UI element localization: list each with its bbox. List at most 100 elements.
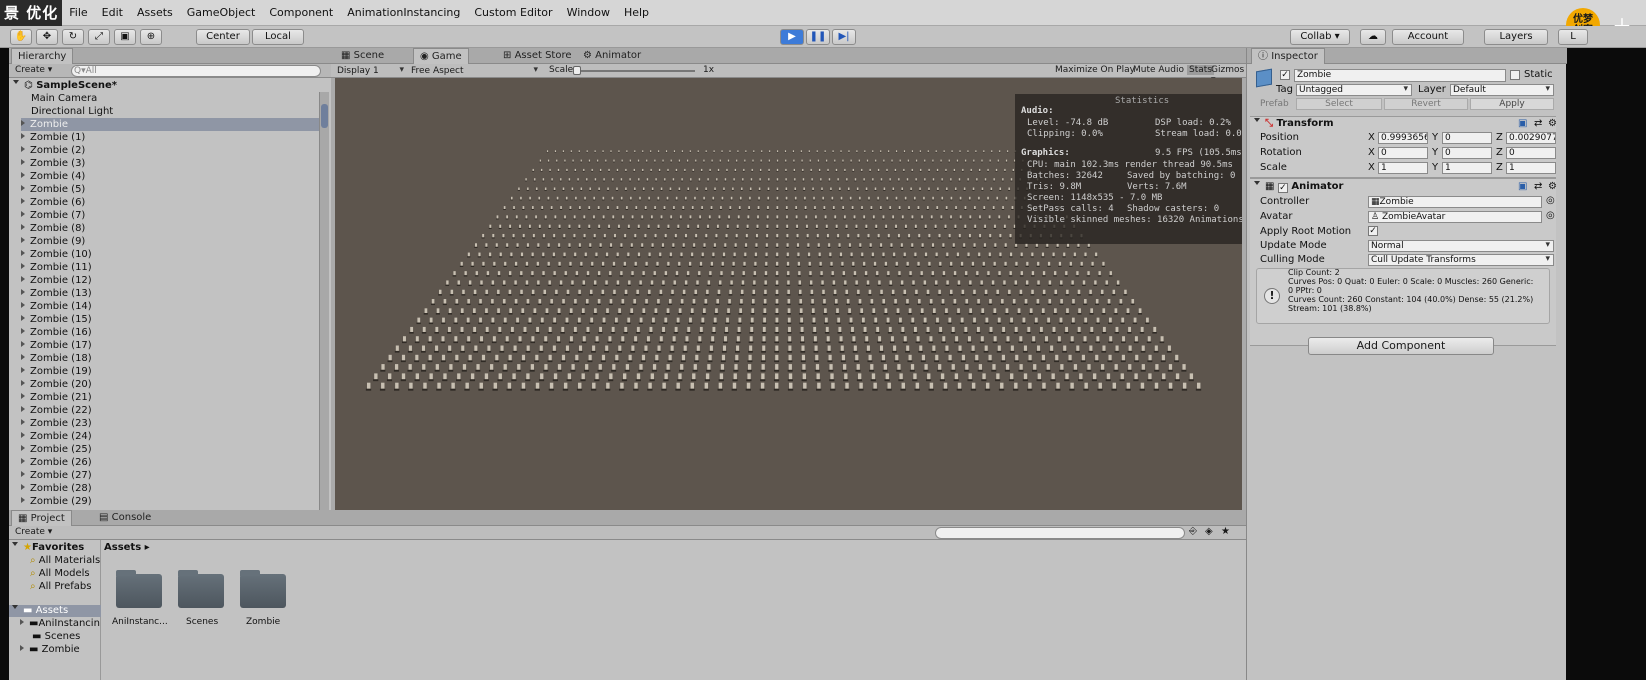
expand-arrow-icon[interactable] [21, 120, 25, 126]
expand-arrow-icon[interactable] [21, 237, 25, 243]
expand-arrow-icon[interactable] [21, 302, 25, 308]
hierarchy-item[interactable]: Main Camera [31, 92, 97, 105]
display-dropdown[interactable]: Display 1 [337, 64, 407, 77]
tab-inspector[interactable]: ⓘ Inspector [1251, 48, 1325, 64]
menu-file[interactable]: File [62, 0, 94, 26]
game-viewport[interactable]: Statistics Audio: Level: -74.8 dB DSP lo… [335, 78, 1242, 525]
hierarchy-item[interactable]: Zombie (8) [21, 222, 85, 235]
menu-gameobject[interactable]: GameObject [180, 0, 263, 26]
hierarchy-scrollbar[interactable] [319, 92, 329, 524]
aspect-dropdown[interactable]: Free Aspect [411, 64, 541, 77]
expand-arrow-icon[interactable] [21, 250, 25, 256]
hierarchy-item[interactable]: Zombie (9) [21, 235, 85, 248]
transform-header[interactable]: ⤡ Transform [1254, 118, 1334, 130]
controller-field[interactable]: ▦Zombie [1368, 196, 1542, 208]
expand-arrow-icon[interactable] [21, 354, 25, 360]
expand-arrow-icon[interactable] [21, 458, 25, 464]
menu-component[interactable]: Component [262, 0, 340, 26]
hierarchy-item[interactable]: Zombie (24) [21, 430, 92, 443]
tree-aniinstancing[interactable]: ▬AniInstancing [20, 618, 100, 630]
rect-tool-button[interactable]: ▣ [114, 29, 136, 45]
apply-root-motion-checkbox[interactable]: ✓ [1368, 226, 1378, 236]
hierarchy-item[interactable]: Zombie (6) [21, 196, 85, 209]
tag-dropdown[interactable]: Untagged [1296, 84, 1412, 96]
hierarchy-create-button[interactable]: Create ▾ [15, 65, 52, 75]
tab-game[interactable]: ◉ Game [413, 48, 469, 64]
scene-row[interactable]: ⌬ SampleScene* [13, 79, 117, 92]
assets-root-item[interactable]: ▬ Assets [9, 605, 101, 617]
hierarchy-item[interactable]: Zombie (13) [21, 287, 92, 300]
tab-animator[interactable]: ⚙ Animator [577, 48, 647, 64]
step-button[interactable]: ▶| [832, 29, 856, 45]
expand-arrow-icon[interactable] [21, 367, 25, 373]
help-icon[interactable]: ▣ [1518, 118, 1527, 130]
prefab-revert-button[interactable]: Revert [1384, 98, 1468, 110]
position-z-field[interactable]: 0.0029077 [1506, 132, 1556, 144]
expand-arrow-icon[interactable] [21, 497, 25, 503]
stats-button[interactable]: Stats [1187, 65, 1214, 75]
fav-all-prefabs[interactable]: ⌕ All Prefabs [30, 581, 91, 593]
scale-slider[interactable] [575, 70, 695, 72]
hierarchy-item[interactable]: Zombie (14) [21, 300, 92, 313]
add-component-button[interactable]: Add Component [1308, 337, 1494, 355]
rotation-z-field[interactable]: 0 [1506, 147, 1556, 159]
expand-arrow-icon[interactable] [21, 224, 25, 230]
menu-animationinstancing[interactable]: AnimationInstancing [340, 0, 467, 26]
tree-scenes[interactable]: ▬ Scenes [32, 631, 80, 643]
menu-custom-editor[interactable]: Custom Editor [467, 0, 559, 26]
hierarchy-item[interactable]: Zombie (5) [21, 183, 85, 196]
rotation-y-field[interactable]: 0 [1442, 147, 1492, 159]
rotation-x-field[interactable]: 0 [1378, 147, 1428, 159]
mute-audio-button[interactable]: Mute Audio [1133, 65, 1184, 75]
hierarchy-item[interactable]: Zombie (29) [21, 495, 92, 508]
folder-icon[interactable] [240, 570, 286, 608]
position-y-field[interactable]: 0 [1442, 132, 1492, 144]
active-checkbox[interactable]: ✓ [1280, 70, 1290, 80]
cloud-icon[interactable]: ☁ [1360, 29, 1386, 45]
tab-project[interactable]: ▦ Project [11, 510, 72, 526]
expand-arrow-icon[interactable] [21, 341, 25, 347]
play-button[interactable]: ▶ [780, 29, 804, 45]
expand-arrow-icon[interactable] [21, 198, 25, 204]
prefab-apply-button[interactable]: Apply [1470, 98, 1554, 110]
menu-window[interactable]: Window [560, 0, 617, 26]
scale-y-field[interactable]: 1 [1442, 162, 1492, 174]
hierarchy-item[interactable]: Zombie (19) [21, 365, 92, 378]
hierarchy-item[interactable]: Zombie [21, 118, 321, 131]
expand-arrow-icon[interactable] [21, 172, 25, 178]
hierarchy-item[interactable]: Zombie (10) [21, 248, 92, 261]
move-tool-button[interactable]: ✥ [36, 29, 58, 45]
expand-arrow-icon[interactable] [21, 146, 25, 152]
favorites-item[interactable]: ★Favorites [12, 542, 84, 554]
hierarchy-item[interactable]: Directional Light [31, 105, 113, 118]
hierarchy-item[interactable]: Zombie (7) [21, 209, 85, 222]
search-filter-icon[interactable]: ⎆ [1189, 526, 1197, 537]
hierarchy-item[interactable]: Zombie (18) [21, 352, 92, 365]
tab-scene[interactable]: ▦ Scene [335, 48, 390, 64]
hierarchy-item[interactable]: Zombie (28) [21, 482, 92, 495]
hierarchy-item[interactable]: Zombie (21) [21, 391, 92, 404]
pivot-local-button[interactable]: Local [252, 29, 304, 45]
hierarchy-item[interactable]: Zombie (11) [21, 261, 92, 274]
hierarchy-item[interactable]: Zombie (27) [21, 469, 92, 482]
hierarchy-item[interactable]: Zombie (20) [21, 378, 92, 391]
hierarchy-item[interactable]: Zombie (1) [21, 131, 85, 144]
expand-arrow-icon[interactable] [21, 471, 25, 477]
hierarchy-item[interactable]: Zombie (3) [21, 157, 85, 170]
hierarchy-search-input[interactable]: Q▾All [71, 65, 321, 77]
prefab-select-button[interactable]: Select [1296, 98, 1382, 110]
animator-enabled-checkbox[interactable]: ✓ [1277, 183, 1288, 193]
expand-arrow-icon[interactable] [21, 406, 25, 412]
scale-tool-button[interactable]: ⤢ [88, 29, 110, 45]
settings-icon[interactable]: ⇄ [1534, 118, 1542, 130]
avatar-field[interactable]: ♙ ZombieAvatar [1368, 211, 1542, 223]
expand-arrow-icon[interactable] [21, 276, 25, 282]
tab-hierarchy[interactable]: Hierarchy [11, 48, 74, 64]
folder-icon[interactable] [116, 570, 162, 608]
tab-console[interactable]: ▤ Console [93, 510, 157, 526]
culling-mode-dropdown[interactable]: Cull Update Transforms [1368, 254, 1554, 266]
expand-arrow-icon[interactable] [21, 432, 25, 438]
fav-all-models[interactable]: ⌕ All Models [30, 568, 90, 580]
scale-x-field[interactable]: 1 [1378, 162, 1428, 174]
rotate-tool-button[interactable]: ↻ [62, 29, 84, 45]
